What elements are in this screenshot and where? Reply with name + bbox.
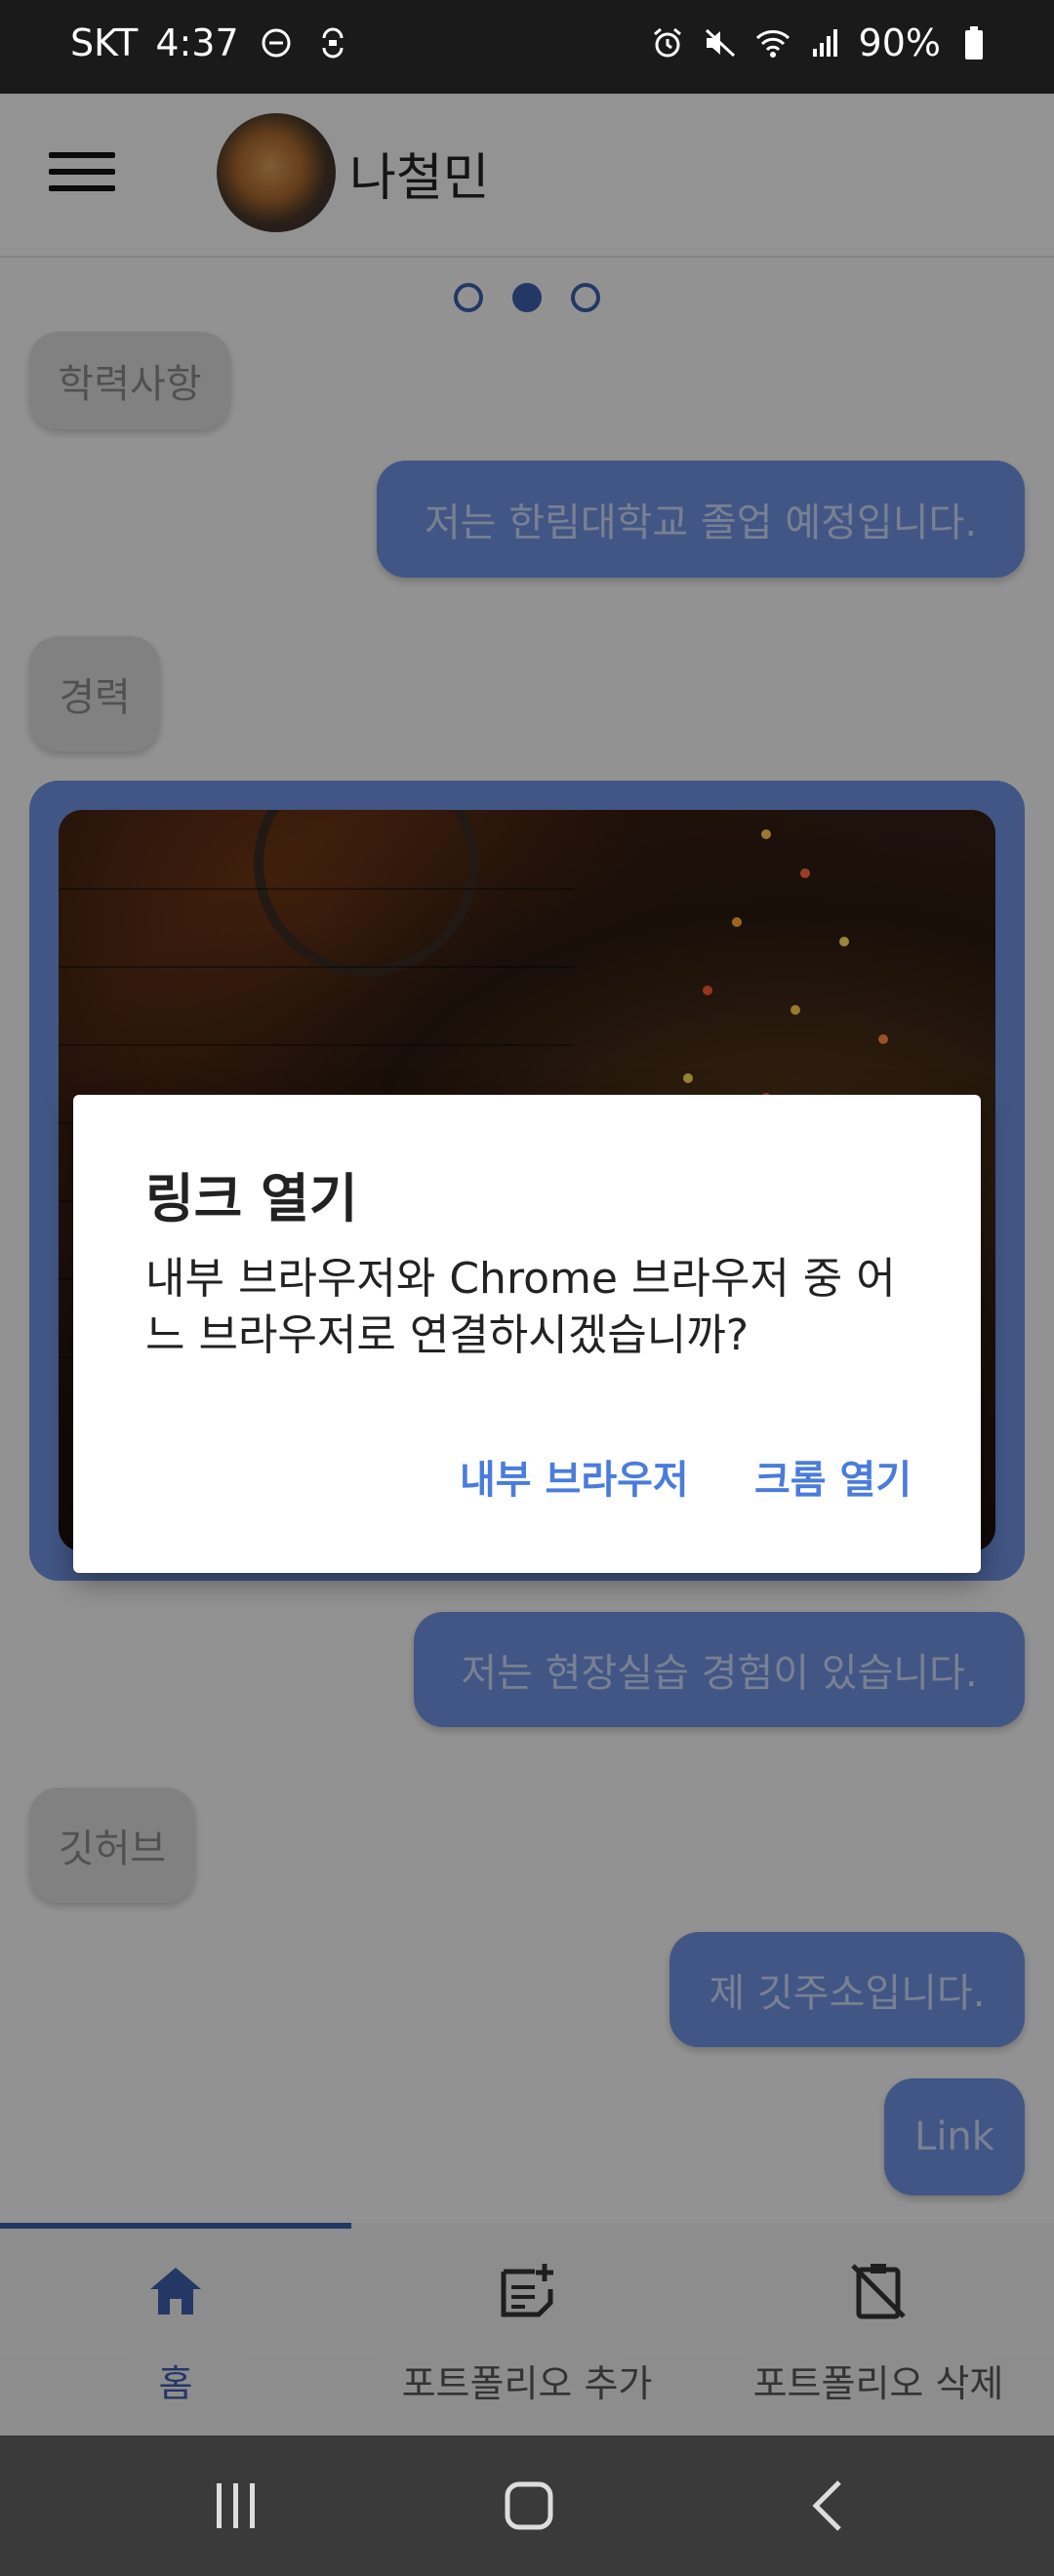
carrier-label: SKT xyxy=(70,21,139,64)
dialog-title: 링크 열기 xyxy=(145,1168,358,1229)
recents-icon[interactable] xyxy=(189,2463,283,2549)
dnd-icon xyxy=(257,23,296,62)
sync-icon xyxy=(313,23,352,62)
dialog-message: 내부 브라우저와 Chrome 브라우저 중 어느 브라우저로 연결하시겠습니까… xyxy=(145,1254,896,1360)
home-button-icon[interactable] xyxy=(482,2463,576,2549)
wifi-icon xyxy=(753,23,792,62)
battery-icon xyxy=(954,23,993,62)
back-icon[interactable] xyxy=(781,2463,874,2549)
open-chrome-button[interactable]: 크롬 열기 xyxy=(754,1448,912,1505)
signal-icon xyxy=(806,23,845,62)
clock-label: 4:37 xyxy=(155,21,239,64)
open-link-dialog: 링크 열기 내부 브라우저와 Chrome 브라우저 중 어느 브라우저로 연결… xyxy=(73,1095,981,1573)
system-navigation-bar xyxy=(0,2435,1054,2576)
internal-browser-button[interactable]: 내부 브라우저 xyxy=(460,1448,689,1505)
alarm-icon xyxy=(648,23,687,62)
status-bar: SKT 4:37 90% xyxy=(0,0,1054,94)
mute-icon xyxy=(701,23,740,62)
battery-label: 90% xyxy=(858,21,941,64)
